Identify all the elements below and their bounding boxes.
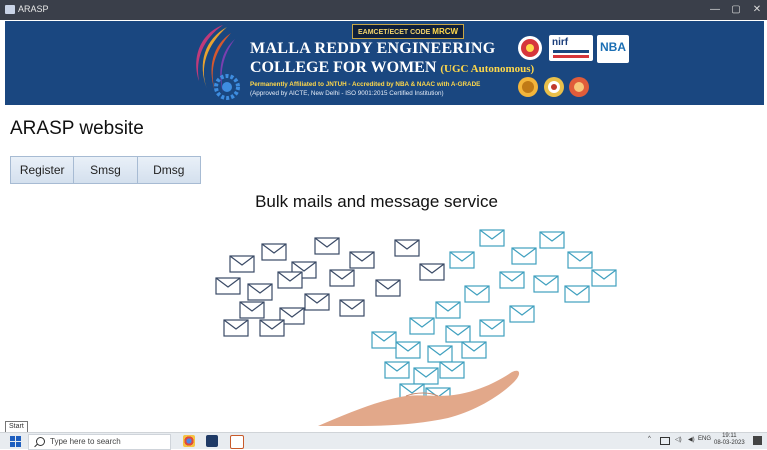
dmsg-button[interactable]: Dmsg: [138, 157, 200, 183]
taskbar-clock[interactable]: 19:11 08-03-2023: [714, 433, 745, 447]
language-label[interactable]: ENG: [698, 436, 711, 442]
smsg-button[interactable]: Smsg: [74, 157, 138, 183]
chrome-icon[interactable]: [183, 435, 195, 447]
search-placeholder: Type here to search: [50, 437, 121, 446]
network-icon[interactable]: [660, 437, 670, 445]
terminal-icon[interactable]: [206, 435, 218, 447]
page-title: ARASP website: [10, 118, 144, 139]
code-label: EAMCET/ECET CODE: [358, 29, 431, 36]
college-logo-icon: [196, 25, 240, 100]
close-button[interactable]: ✕: [748, 2, 766, 18]
search-icon: [36, 437, 45, 446]
register-button[interactable]: Register: [11, 157, 75, 183]
maximize-button[interactable]: ▢: [727, 2, 745, 18]
nirf-label: nirf: [552, 37, 569, 48]
minimize-button[interactable]: —: [706, 2, 724, 18]
notification-icon[interactable]: [753, 436, 762, 445]
approval-text: (Approved by AICTE, New Delhi - ISO 9001…: [250, 90, 444, 97]
java-icon[interactable]: [230, 435, 244, 449]
naac-seal-icon: [518, 77, 538, 97]
iic-seal-icon: [518, 36, 542, 60]
service-subtitle: Bulk mails and message service: [0, 192, 767, 212]
volume-icon[interactable]: ◁): [675, 436, 682, 443]
college-name-line2: COLLEGE FOR WOMEN (UGC Autonomous): [250, 59, 534, 77]
speaker-icon[interactable]: ◀): [688, 436, 695, 443]
affiliation-text: Permanently Affiliated to JNTUH - Accred…: [250, 81, 481, 88]
ranking-seal-icon: [569, 77, 589, 97]
window-title-bar: ARASP — ▢ ✕: [0, 0, 767, 20]
app-icon: [5, 5, 15, 14]
windows-start-icon[interactable]: [10, 436, 21, 447]
nav-button-group: Register Smsg Dmsg: [10, 156, 201, 184]
eamcet-code-box: EAMCET/ECET CODE MRCW: [352, 24, 465, 39]
code-value: MRCW: [432, 27, 459, 36]
college-name-line2-text: COLLEGE FOR WOMEN: [250, 59, 437, 76]
clock-date: 08-03-2023: [714, 440, 745, 446]
bulk-mail-illustration: [215, 229, 617, 426]
iso-seal-icon: [544, 77, 564, 97]
clock-time: 19:11: [722, 433, 737, 439]
taskbar: Type here to search ^ ◁) ◀) ENG 19:11 08…: [0, 432, 767, 450]
chevron-up-icon[interactable]: ^: [648, 436, 651, 442]
nba-label: NBA: [600, 40, 626, 54]
window-title: ARASP: [18, 4, 49, 14]
service-subtitle-text: Bulk mails and message service: [255, 192, 498, 211]
autonomous-label: (UGC Autonomous): [440, 63, 535, 75]
college-name-line1: MALLA REDDY ENGINEERING: [250, 40, 496, 57]
college-banner: EAMCET/ECET CODE MRCW MALLA REDDY ENGINE…: [5, 21, 764, 105]
nirf-badge: nirf: [549, 35, 593, 61]
nba-badge: NBA: [597, 35, 629, 63]
